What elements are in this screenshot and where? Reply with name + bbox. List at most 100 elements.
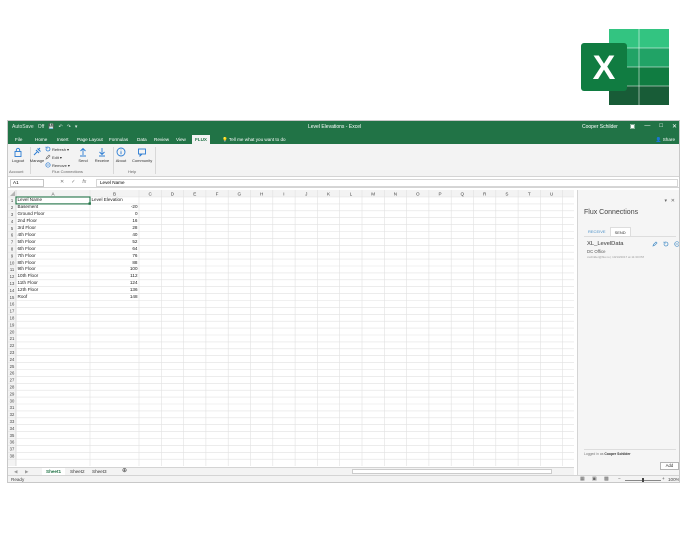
- cell[interactable]: 64: [90, 246, 137, 252]
- row-header[interactable]: 27: [10, 378, 15, 383]
- normal-view-icon[interactable]: ▦: [580, 476, 585, 482]
- column-header[interactable]: F: [216, 191, 219, 196]
- customize-qat-icon[interactable]: ▾: [75, 124, 78, 130]
- cell[interactable]: 10th Floor: [18, 273, 39, 279]
- autosave-label[interactable]: AutoSave: [12, 124, 34, 130]
- row-header[interactable]: 37: [10, 447, 15, 452]
- undo-icon[interactable]: ↶: [59, 124, 63, 130]
- row-header[interactable]: 24: [10, 357, 15, 362]
- zoom-in-icon[interactable]: +: [662, 476, 665, 481]
- row-header[interactable]: 22: [10, 343, 15, 348]
- row-header[interactable]: 23: [10, 350, 15, 355]
- cell[interactable]: 0: [90, 211, 138, 217]
- tab-review[interactable]: Review: [151, 135, 172, 144]
- cell[interactable]: 12th Floor: [18, 287, 39, 293]
- row-header[interactable]: 11: [10, 267, 15, 272]
- row-header[interactable]: 29: [10, 391, 15, 396]
- tab-insert[interactable]: Insert: [54, 135, 72, 144]
- page-break-view-icon[interactable]: ▩: [604, 476, 609, 482]
- column-header[interactable]: P: [439, 191, 442, 196]
- row-header[interactable]: 16: [10, 302, 15, 307]
- remove-circle-icon[interactable]: [674, 241, 680, 247]
- row-header[interactable]: 21: [10, 336, 15, 341]
- column-header[interactable]: J: [305, 191, 307, 196]
- row-header[interactable]: 20: [10, 329, 15, 334]
- column-header[interactable]: N: [394, 191, 397, 196]
- edit-button[interactable]: Edit ▾: [45, 154, 62, 160]
- cell[interactable]: 112: [90, 273, 137, 279]
- edit-pencil-icon[interactable]: [652, 241, 658, 247]
- minimize-icon[interactable]: —: [644, 123, 650, 130]
- column-header[interactable]: L: [350, 191, 353, 196]
- cell[interactable]: 148: [90, 294, 138, 300]
- tab-data[interactable]: Data: [134, 135, 150, 144]
- add-button[interactable]: Add: [660, 462, 679, 470]
- cell[interactable]: 124: [90, 280, 138, 286]
- name-box[interactable]: A1: [10, 179, 44, 187]
- column-header[interactable]: M: [371, 191, 375, 196]
- row-header[interactable]: 26: [10, 371, 15, 376]
- row-header[interactable]: 38: [10, 454, 15, 459]
- tell-me-search[interactable]: 💡 Tell me what you want to do: [222, 135, 286, 144]
- column-header[interactable]: B: [113, 191, 116, 196]
- receive-button[interactable]: Receive: [92, 147, 112, 163]
- cell[interactable]: 4th Floor: [18, 232, 36, 238]
- cell[interactable]: 52: [90, 239, 137, 245]
- tab-flux[interactable]: FLUX: [192, 135, 210, 144]
- save-icon[interactable]: 💾: [48, 124, 54, 130]
- cell[interactable]: 88: [90, 260, 137, 266]
- formula-input[interactable]: Level Name: [96, 179, 678, 187]
- redo-icon[interactable]: ↷: [67, 124, 71, 130]
- row-header[interactable]: 31: [10, 405, 15, 410]
- cell[interactable]: Ground Floor: [18, 211, 45, 217]
- cell[interactable]: 28: [90, 225, 137, 231]
- cell[interactable]: 76: [90, 253, 137, 259]
- cell[interactable]: 7th Floor: [18, 253, 36, 259]
- cell[interactable]: 136: [90, 287, 138, 293]
- manage-button[interactable]: Manage: [27, 147, 47, 163]
- send-button[interactable]: Send: [73, 147, 93, 163]
- refresh-button[interactable]: Refresh ▾: [45, 146, 69, 152]
- page-layout-view-icon[interactable]: ▣: [592, 476, 597, 482]
- maximize-icon[interactable]: □: [659, 123, 663, 130]
- zoom-slider-thumb[interactable]: [642, 478, 644, 482]
- column-header[interactable]: H: [260, 191, 263, 196]
- enter-icon[interactable]: ✓: [71, 179, 75, 185]
- user-name[interactable]: Cooper Schilder: [582, 124, 618, 130]
- ribbon-display-icon[interactable]: ▣: [630, 123, 636, 130]
- row-header[interactable]: 15: [10, 295, 15, 300]
- dataset-name[interactable]: XL_LevelData: [587, 241, 623, 247]
- pane-close-icon[interactable]: ✕: [671, 198, 675, 204]
- community-button[interactable]: Community: [132, 147, 152, 163]
- tab-home[interactable]: Home: [32, 135, 50, 144]
- row-header[interactable]: 32: [10, 412, 15, 417]
- cancel-icon[interactable]: ✕: [60, 179, 64, 185]
- cell[interactable]: 40: [90, 232, 137, 238]
- row-header[interactable]: 35: [10, 433, 15, 438]
- row-header[interactable]: 33: [10, 419, 15, 424]
- cell[interactable]: -20: [90, 204, 138, 210]
- tab-view[interactable]: View: [173, 135, 189, 144]
- row-header[interactable]: 18: [10, 316, 15, 321]
- cell[interactable]: 3rd Floor: [18, 225, 36, 231]
- cell[interactable]: Level Name: [18, 197, 43, 203]
- row-header[interactable]: 17: [10, 309, 15, 314]
- sync-icon[interactable]: [663, 241, 669, 247]
- worksheet-grid[interactable]: A B C D E F G H I J K L M N O P Q R S T U 1 2 3 4 5 6 7 8 9 10 11 12 13 14…: [8, 190, 574, 466]
- tab-file[interactable]: File: [12, 135, 25, 144]
- column-header[interactable]: T: [528, 191, 531, 196]
- close-icon[interactable]: ✕: [672, 123, 677, 130]
- cell[interactable]: 16: [90, 218, 137, 224]
- pane-options-icon[interactable]: ▾: [664, 198, 667, 204]
- row-header[interactable]: 13: [10, 281, 15, 286]
- zoom-level[interactable]: 100%: [668, 477, 679, 482]
- cell[interactable]: 5th Floor: [18, 239, 36, 245]
- row-header[interactable]: 19: [10, 322, 15, 327]
- cell[interactable]: 8th Floor: [18, 260, 36, 266]
- cell[interactable]: Roof: [18, 294, 28, 300]
- about-button[interactable]: About: [111, 147, 131, 163]
- cell[interactable]: 9th Floor: [18, 266, 36, 272]
- column-header[interactable]: G: [238, 191, 242, 196]
- cell[interactable]: Basement: [18, 204, 39, 210]
- row-header[interactable]: 36: [10, 440, 15, 445]
